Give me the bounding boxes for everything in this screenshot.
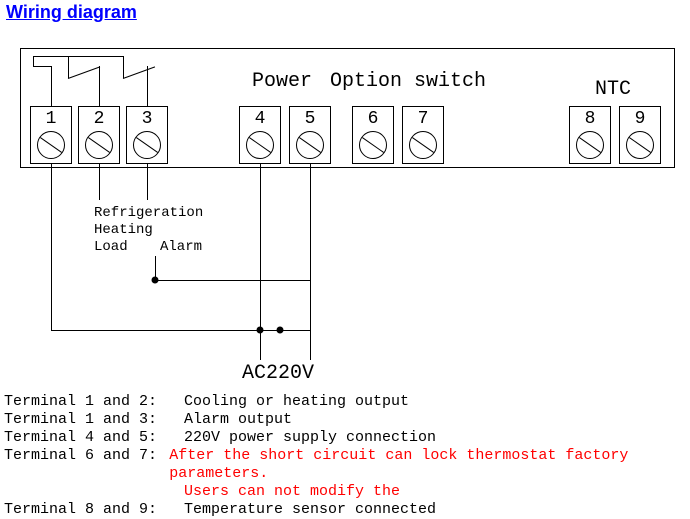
legend-terminal-ref: Terminal 1 and 3: (4, 411, 184, 429)
terminal-number: 8 (570, 109, 610, 129)
label-alarm: Alarm (160, 239, 202, 255)
wire (99, 164, 100, 200)
legend-description-warning: After the short circuit can lock thermos… (169, 447, 690, 483)
wire (68, 56, 123, 57)
legend-description: 220V power supply connection (184, 429, 436, 447)
label-refrigeration: Refrigeration (94, 205, 203, 222)
legend-row: Terminal 1 and 3: Alarm output (4, 411, 690, 429)
legend-terminal-ref (4, 483, 184, 501)
terminal-7: 7 (402, 106, 444, 164)
terminal-6: 6 (352, 106, 394, 164)
terminal-number: 6 (353, 109, 393, 129)
junction-node-icon (257, 327, 264, 334)
label-load: Load (94, 239, 128, 256)
screw-icon (85, 131, 113, 159)
legend-description: Temperature sensor connected (184, 501, 436, 519)
label-ac220v: AC220V (242, 362, 314, 385)
legend-row: Terminal 8 and 9: Temperature sensor con… (4, 501, 690, 519)
terminal-9: 9 (619, 106, 661, 164)
legend-description-warning: Users can not modify the (184, 483, 400, 501)
legend-description: Alarm output (184, 411, 292, 429)
terminal-number: 5 (290, 109, 330, 129)
terminal-number: 4 (240, 109, 280, 129)
screw-icon (626, 131, 654, 159)
wire (51, 330, 311, 331)
label-heating: Heating (94, 222, 153, 239)
terminal-number: 1 (31, 109, 71, 129)
wire (33, 56, 34, 66)
junction-node-icon (277, 327, 284, 334)
wire (99, 66, 100, 106)
terminal-2: 2 (78, 106, 120, 164)
terminal-5: 5 (289, 106, 331, 164)
legend-block: Terminal 1 and 2: Cooling or heating out… (4, 393, 690, 519)
screw-icon (246, 131, 274, 159)
wire (33, 66, 51, 67)
terminal-number: 7 (403, 109, 443, 129)
terminal-4: 4 (239, 106, 281, 164)
screw-icon (359, 131, 387, 159)
legend-row: Terminal 1 and 2: Cooling or heating out… (4, 393, 690, 411)
legend-row: Users can not modify the (4, 483, 690, 501)
legend-row: Terminal 6 and 7: After the short circui… (4, 447, 690, 483)
wire (147, 164, 148, 200)
wire (51, 164, 52, 330)
terminal-number: 3 (127, 109, 167, 129)
wire (68, 56, 69, 78)
wire (123, 56, 124, 78)
legend-terminal-ref: Terminal 8 and 9: (4, 501, 184, 519)
terminal-8: 8 (569, 106, 611, 164)
legend-row: Terminal 4 and 5: 220V power supply conn… (4, 429, 690, 447)
wire (51, 66, 52, 106)
screw-icon (296, 131, 324, 159)
legend-description: Cooling or heating output (184, 393, 409, 411)
terminal-3: 3 (126, 106, 168, 164)
terminal-number: 2 (79, 109, 119, 129)
screw-icon (37, 131, 65, 159)
legend-terminal-ref: Terminal 4 and 5: (4, 429, 184, 447)
screw-icon (133, 131, 161, 159)
terminal-number: 9 (620, 109, 660, 129)
legend-terminal-ref: Terminal 6 and 7: (4, 447, 169, 483)
page-title: Wiring diagram (6, 2, 137, 23)
screw-icon (409, 131, 437, 159)
wire (33, 56, 68, 57)
screw-icon (576, 131, 604, 159)
legend-terminal-ref: Terminal 1 and 2: (4, 393, 184, 411)
wire (155, 280, 310, 281)
terminal-1: 1 (30, 106, 72, 164)
wire (147, 66, 148, 106)
